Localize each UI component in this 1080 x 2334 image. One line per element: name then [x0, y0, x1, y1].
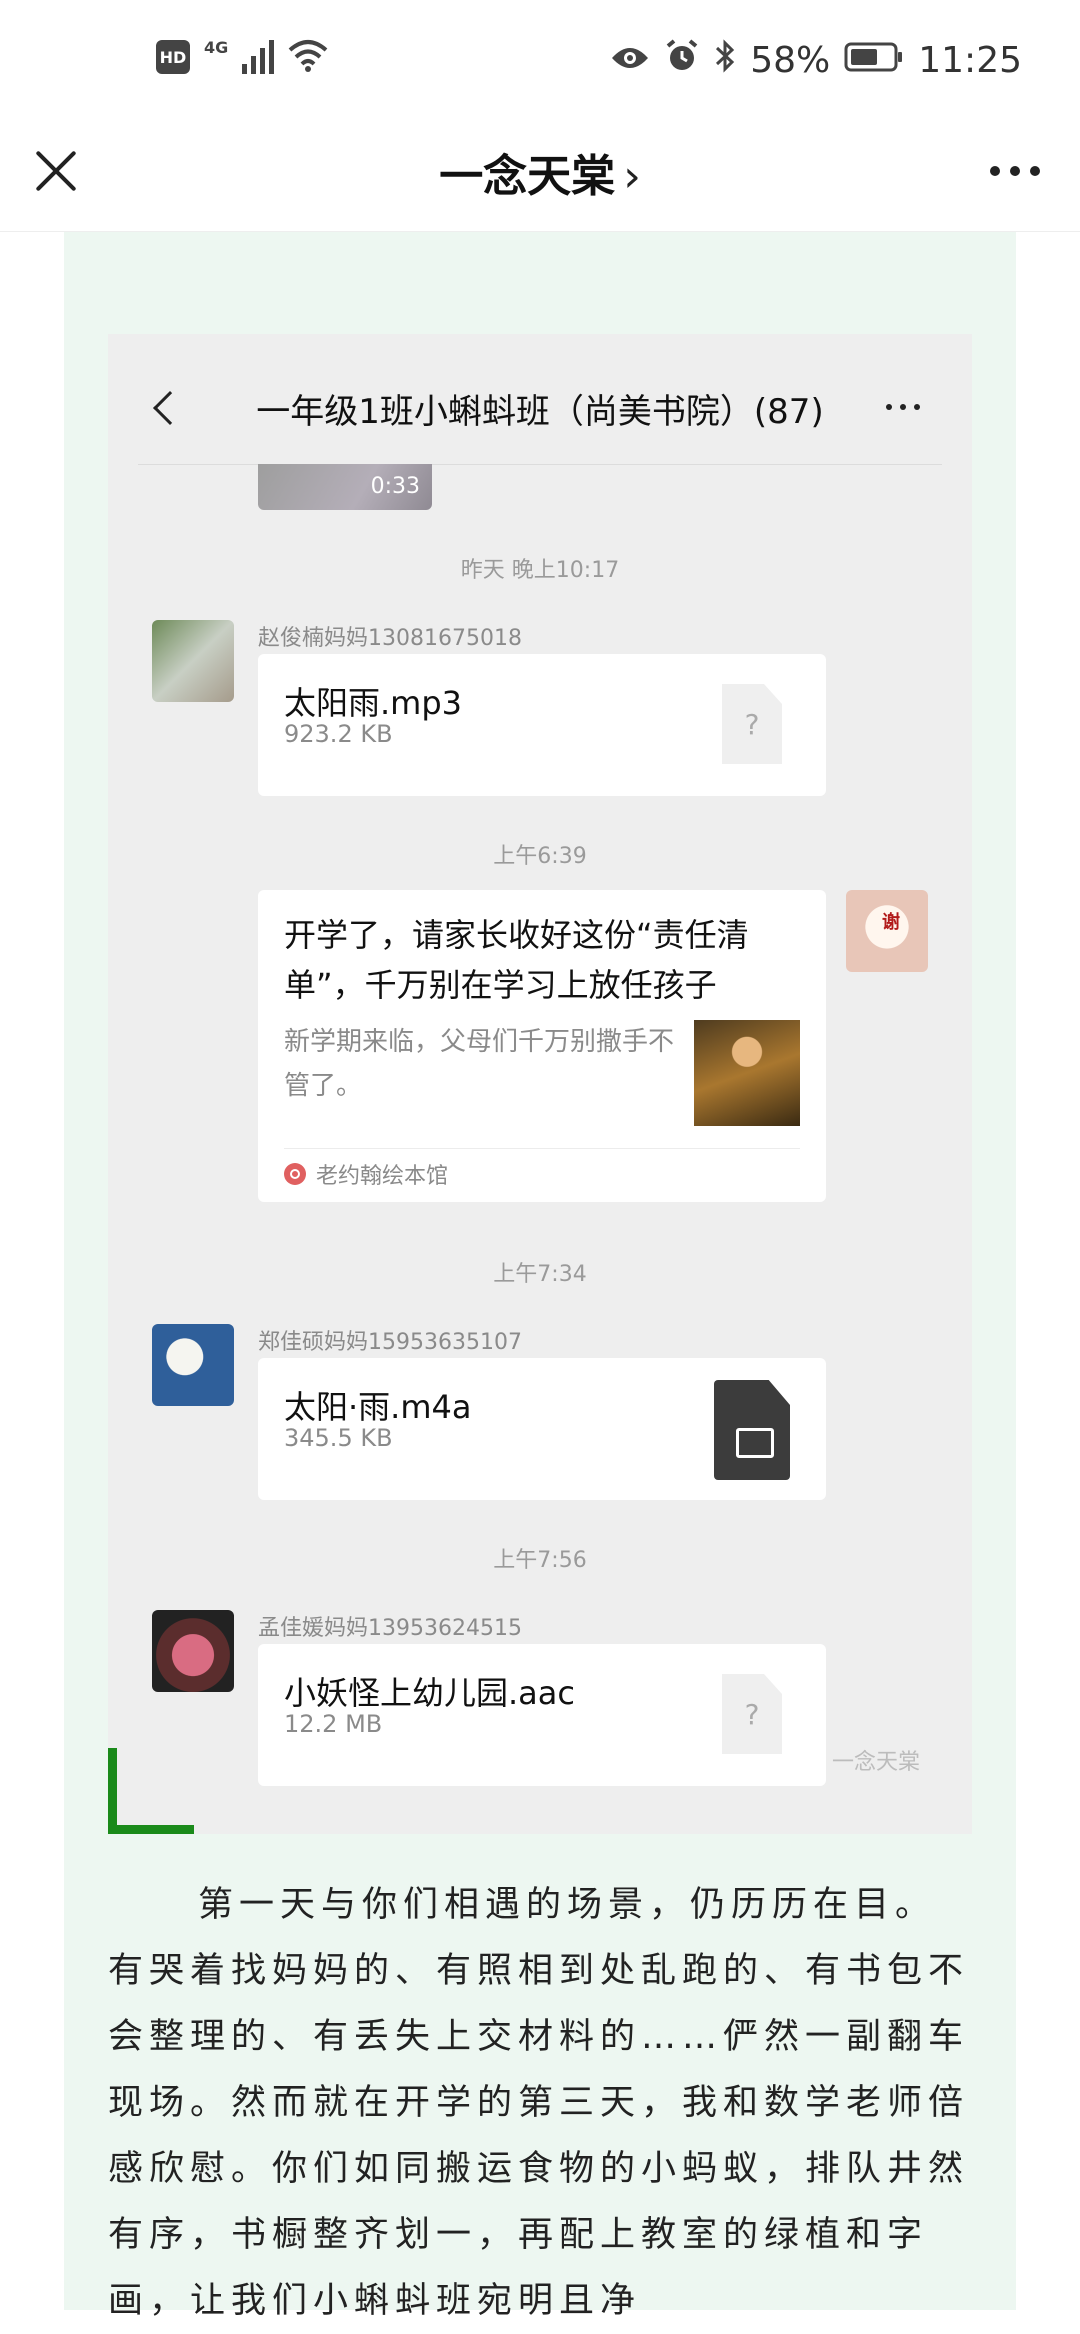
more-icon[interactable]	[990, 166, 1040, 176]
link-card-message: 开学了，请家长收好这份“责任清单”，千万别在学习上放任孩子 新学期来临，父母们千…	[258, 890, 826, 1202]
file-message: 小妖怪上幼儿园.aac 12.2 MB ?	[258, 1644, 826, 1786]
wifi-icon	[288, 38, 328, 76]
network-type: 4G	[204, 38, 229, 57]
avatar	[152, 1610, 234, 1692]
chat-nav-bar: 一年级1班小蝌蚪班（尚美书院）(87)	[108, 334, 972, 464]
status-left: HD 4G	[156, 38, 328, 76]
file-name: 太阳雨.mp3	[284, 684, 463, 722]
hd-badge: HD	[156, 40, 190, 74]
bluetooth-icon	[714, 38, 736, 83]
avatar: 谢	[846, 890, 928, 972]
avatar	[152, 620, 234, 702]
alarm-icon	[664, 38, 700, 83]
article-header: 一念天棠 ›	[0, 126, 1080, 232]
link-thumbnail	[694, 1020, 800, 1126]
timestamp: 昨天 晚上10:17	[460, 558, 620, 583]
file-message: 太阳雨.mp3 923.2 KB ?	[258, 654, 826, 796]
unknown-file-icon: ?	[722, 1674, 782, 1754]
link-title: 开学了，请家长收好这份“责任清单”，千万别在学习上放任孩子	[284, 916, 749, 1004]
status-right: 58% 11:25	[610, 38, 1022, 83]
timestamp: 上午7:34	[493, 1262, 587, 1287]
file-name: 小妖怪上幼儿园.aac	[284, 1674, 575, 1712]
article-body: 一年级1班小蝌蚪班（尚美书院）(87) 0:33 昨天 晚上10:17 赵俊楠妈…	[64, 232, 1016, 2321]
divider	[284, 1148, 800, 1149]
corner-decoration	[108, 1748, 194, 1834]
sender-name: 赵俊楠妈妈13081675018	[258, 626, 522, 651]
link-source: 老约翰绘本馆	[284, 1158, 448, 1190]
chat-screenshot-image: 一年级1班小蝌蚪班（尚美书院）(87) 0:33 昨天 晚上10:17 赵俊楠妈…	[108, 334, 972, 1834]
link-description: 新学期来临，父母们千万别撒手不管了。	[284, 1027, 675, 1101]
watermark: 一念天棠	[831, 1750, 920, 1775]
file-size: 12.2 MB	[284, 1710, 383, 1738]
sender-name: 孟佳媛妈妈13953624515	[258, 1616, 522, 1641]
file-message: 太阳·雨.m4a 345.5 KB	[258, 1358, 826, 1500]
unknown-file-icon: ?	[722, 684, 782, 764]
clock-time: 11:25	[918, 40, 1022, 81]
source-icon	[284, 1163, 306, 1185]
battery-icon	[844, 40, 904, 81]
file-size: 345.5 KB	[284, 1424, 393, 1452]
article-paragraph: 第一天与你们相遇的场景，仍历历在目。有哭着找妈妈的、有照相到处乱跑的、有书包不会…	[108, 1872, 972, 2334]
video-thumbnail: 0:33	[258, 464, 432, 510]
file-name: 太阳·雨.m4a	[284, 1388, 472, 1426]
chevron-right-icon: ›	[623, 151, 641, 202]
eye-icon	[610, 40, 650, 81]
avatar-text: 谢	[882, 912, 900, 933]
signal-icon	[242, 40, 275, 74]
source-name: 老约翰绘本馆	[316, 1164, 449, 1189]
chat-more-icon	[886, 404, 920, 410]
chat-title: 一年级1班小蝌蚪班（尚美书院）(87)	[256, 392, 824, 432]
timestamp: 上午6:39	[493, 844, 587, 869]
account-title[interactable]: 一念天棠 ›	[0, 140, 1080, 204]
sender-name: 郑佳硕妈妈15953635107	[258, 1330, 522, 1355]
video-duration: 0:33	[370, 474, 420, 499]
battery-percent: 58%	[750, 40, 831, 81]
avatar	[152, 1324, 234, 1406]
status-bar: HD 4G 58% 11:25	[0, 0, 1080, 126]
timestamp: 上午7:56	[493, 1548, 587, 1573]
file-size: 923.2 KB	[284, 720, 393, 748]
paragraph-text: 第一天与你们相遇的场景，仍历历在目。有哭着找妈妈的、有照相到处乱跑的、有书包不会…	[108, 1885, 970, 2321]
account-name: 一念天棠	[439, 151, 616, 202]
video-file-icon	[714, 1380, 790, 1480]
